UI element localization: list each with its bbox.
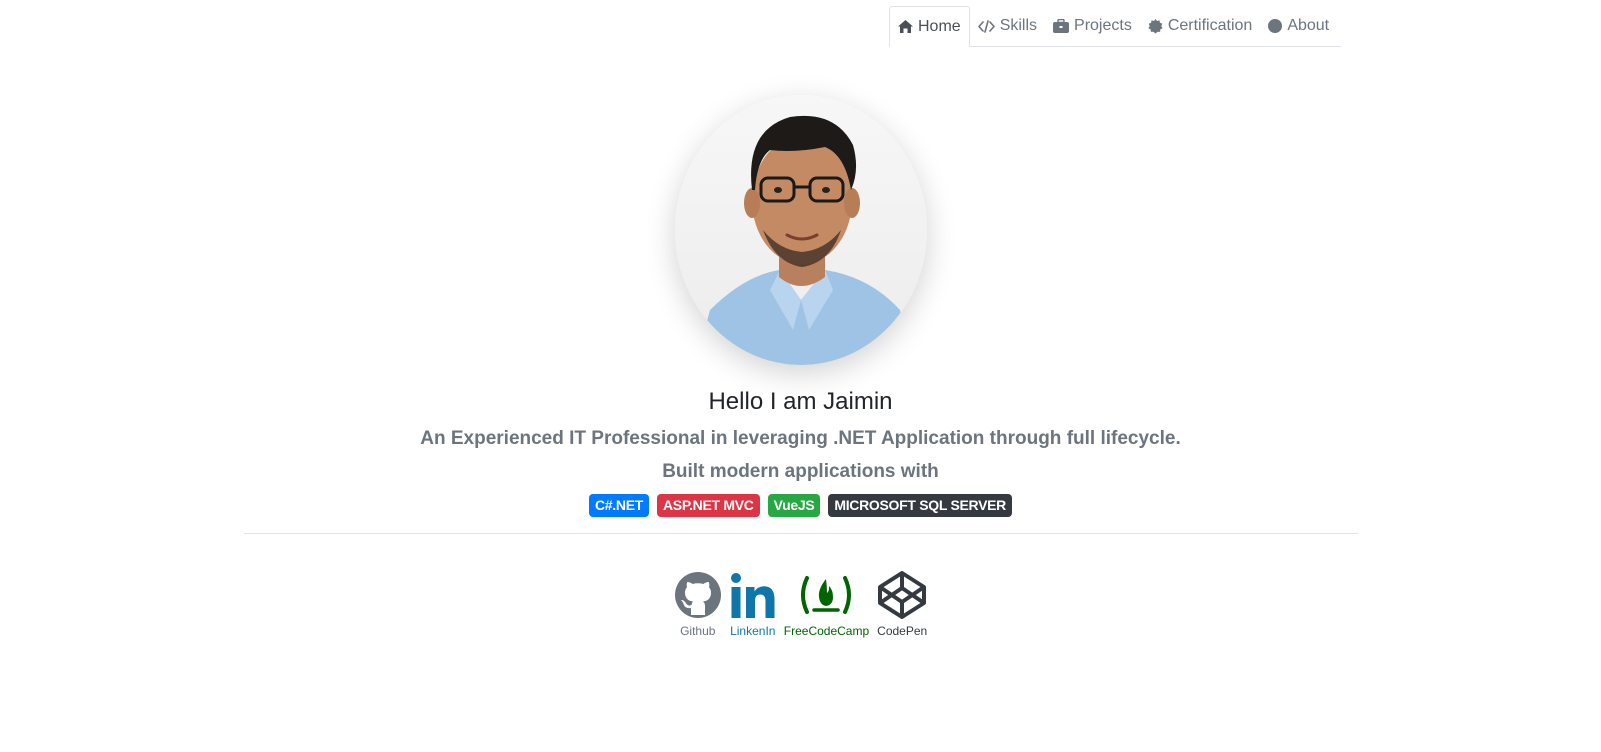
tab-home-label: Home xyxy=(918,17,961,35)
avatar xyxy=(675,95,927,365)
linkedin-label: LinkenIn xyxy=(730,624,776,638)
main-nav: Home Skills Projects Certification About xyxy=(889,6,1341,47)
circle-icon xyxy=(1268,19,1283,33)
certificate-icon xyxy=(1148,18,1163,34)
badge-csharp: C#.NET xyxy=(589,494,649,517)
tab-projects-label: Projects xyxy=(1074,17,1132,34)
github-link[interactable]: Github xyxy=(674,570,722,638)
social-links: Github LinkenIn FreeCodeCamp CodePen xyxy=(0,570,1601,638)
tab-skills[interactable]: Skills xyxy=(970,6,1045,46)
github-label: Github xyxy=(680,624,716,638)
freecodecamp-link[interactable]: FreeCodeCamp xyxy=(784,570,869,638)
tab-certification-label: Certification xyxy=(1167,17,1253,34)
linkedin-link[interactable]: LinkenIn xyxy=(730,570,776,638)
skill-badges: C#.NET ASP.NET MVC VueJS MICROSOFT SQL S… xyxy=(0,494,1601,517)
built-with-text: Built modern applications with xyxy=(662,461,939,482)
greeting-heading: Hello I am Jaimin xyxy=(708,388,893,415)
tab-certification[interactable]: Certification xyxy=(1140,6,1260,46)
tagline-text: An Experienced IT Professional in levera… xyxy=(420,428,1181,449)
codepen-icon xyxy=(878,570,927,620)
home-icon xyxy=(898,20,913,33)
page: Home Skills Projects Certification About xyxy=(0,0,1601,752)
linkedin-icon xyxy=(730,570,776,620)
briefcase-icon xyxy=(1053,19,1070,33)
freecodecamp-icon xyxy=(798,570,854,620)
tab-about-label: About xyxy=(1287,17,1330,34)
github-icon xyxy=(674,570,722,620)
badge-aspnet-mvc: ASP.NET MVC xyxy=(657,494,760,517)
freecodecamp-label: FreeCodeCamp xyxy=(783,624,870,638)
tab-skills-label: Skills xyxy=(999,17,1038,34)
badge-vuejs: VueJS xyxy=(767,494,821,517)
code-icon xyxy=(977,19,995,33)
tab-projects[interactable]: Projects xyxy=(1045,6,1140,46)
codepen-link[interactable]: CodePen xyxy=(877,570,927,638)
codepen-label: CodePen xyxy=(877,624,928,638)
tab-home[interactable]: Home xyxy=(889,6,970,47)
badge-sql-server: MICROSOFT SQL SERVER xyxy=(828,494,1012,517)
tab-about[interactable]: About xyxy=(1260,6,1337,46)
divider xyxy=(244,533,1358,534)
